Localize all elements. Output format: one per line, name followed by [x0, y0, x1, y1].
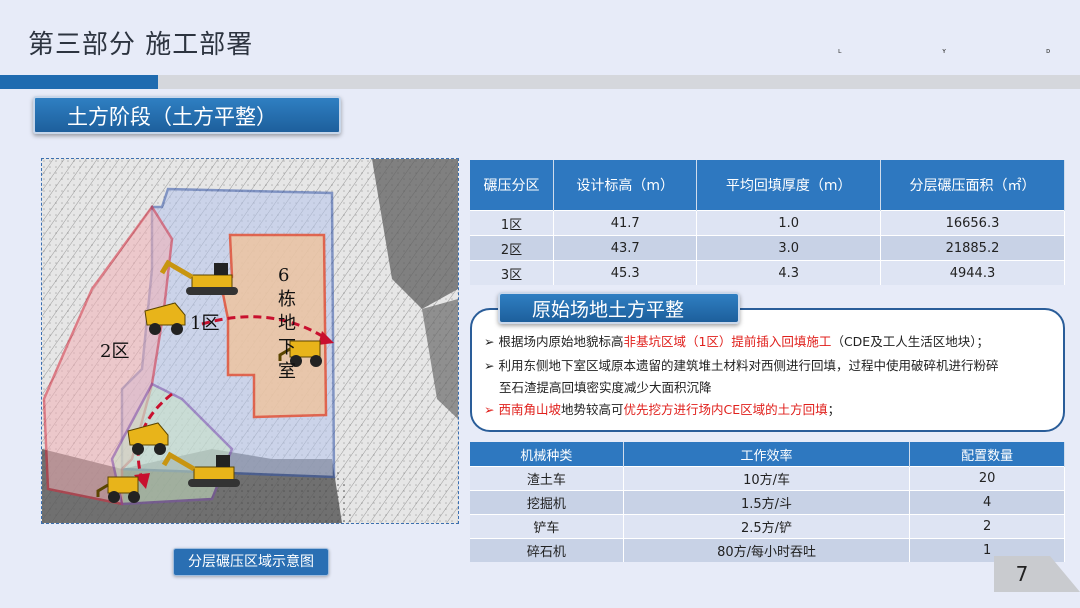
- bullet-item: ➢ 西南角山坡地势较高可优先挖方进行场内CE区域的土方回填；: [484, 400, 840, 420]
- table-cell: 21885.2: [880, 235, 1066, 261]
- building-char: 下: [278, 337, 296, 358]
- table-header-row: 机械种类 工作效率 配置数量: [470, 442, 1065, 467]
- note-text: 利用东侧地下室区域原本遗留的建筑堆土材料对西侧进行回填，过程中使用破碎机进行粉碎: [498, 358, 999, 373]
- header-mark: ʏ: [942, 47, 947, 55]
- header-rule: [0, 75, 1080, 89]
- table-cell: 渣土车: [470, 466, 624, 491]
- note-highlight: 优先挖方进行场内CE区域的土方回填: [623, 402, 828, 417]
- machinery-table: 机械种类 工作效率 配置数量 渣土车 10方/车 20 挖掘机 1.5方/斗 4…: [470, 442, 1065, 562]
- table-cell: 3区: [470, 260, 554, 285]
- column-header: 分层碾压面积（㎡）: [880, 160, 1066, 211]
- table-row: 2区 43.7 3.0 21885.2: [470, 235, 1066, 261]
- column-header: 机械种类: [470, 442, 624, 467]
- table-row: 挖掘机 1.5方/斗 4: [470, 490, 1065, 515]
- note-text: ；: [827, 402, 841, 417]
- table-row: 1区 41.7 1.0 16656.3: [470, 210, 1066, 236]
- table-cell: 4: [909, 490, 1065, 515]
- table-cell: 1区: [470, 210, 554, 236]
- note-text: （CDE及工人生活区地块）；: [831, 334, 989, 349]
- table-cell: 铲车: [470, 514, 624, 539]
- note-highlight: 西南角山坡: [498, 402, 561, 417]
- table-cell: 43.7: [553, 235, 698, 261]
- table-cell: 20: [909, 466, 1065, 491]
- table-cell: 1.5方/斗: [623, 490, 911, 515]
- table-row: 渣土车 10方/车 20: [470, 466, 1065, 491]
- note-highlight: 非基坑区域（1区）提前插入回填施工: [623, 334, 832, 349]
- table-header-row: 碾压分区 设计标高（m） 平均回填厚度（m） 分层碾压面积（㎡）: [470, 160, 1066, 211]
- bullet-arrow-icon: ➢: [484, 334, 499, 349]
- map-caption: 分层碾压区域示意图: [173, 548, 329, 576]
- table-row: 3区 45.3 4.3 4944.3: [470, 260, 1066, 285]
- table-cell: 3.0: [696, 235, 881, 261]
- table-cell: 挖掘机: [470, 490, 624, 515]
- column-header: 设计标高（m）: [553, 160, 698, 211]
- page-title: 第三部分 施工部署: [28, 30, 254, 60]
- table-cell: 80方/每小时吞吐: [623, 538, 911, 562]
- page-number: 7: [994, 556, 1050, 592]
- building-number: 6: [278, 265, 289, 286]
- table-cell: 41.7: [553, 210, 698, 236]
- table-cell: 45.3: [553, 260, 698, 285]
- table-cell: 16656.3: [880, 210, 1066, 236]
- header-rule-accent: [0, 75, 158, 89]
- table-cell: 碎石机: [470, 538, 624, 562]
- notes-title: 原始场地土方平整: [498, 292, 740, 324]
- section-heading: 土方阶段（土方平整）: [33, 96, 341, 134]
- bullet-continuation: 至石渣提高回填密实度减少大面积沉降: [499, 380, 712, 395]
- note-text: 地势较高可: [560, 402, 624, 417]
- zone2-label: 2区: [100, 341, 129, 362]
- note-text: 根据场内原始地貌标高: [498, 334, 624, 349]
- column-header: 碾压分区: [470, 160, 554, 211]
- bullet-arrow-icon: ➢: [484, 402, 499, 417]
- table-cell: 2.5方/铲: [623, 514, 911, 539]
- bullet-item: ➢ 根据场内原始地貌标高非基坑区域（1区）提前插入回填施工（CDE及工人生活区地…: [484, 332, 989, 352]
- zone1-label: 1区: [190, 313, 219, 334]
- table-cell: 4944.3: [880, 260, 1066, 285]
- table-cell: 10方/车: [623, 466, 911, 491]
- table-cell: 2: [909, 514, 1065, 539]
- column-header: 配置数量: [909, 442, 1065, 467]
- table-row: 碎石机 80方/每小时吞吐 1: [470, 538, 1065, 562]
- site-map: 1区 2区 6 栋 地 下 室: [41, 158, 459, 524]
- building-char: 室: [278, 361, 296, 382]
- header-mark: ʟ: [838, 47, 842, 55]
- page-number-corner: [1050, 556, 1080, 592]
- building-char: 地: [278, 313, 296, 334]
- column-header: 工作效率: [623, 442, 911, 467]
- table-cell: 4.3: [696, 260, 881, 285]
- building-char: 栋: [278, 289, 296, 310]
- compaction-table: 碾压分区 设计标高（m） 平均回填厚度（m） 分层碾压面积（㎡） 1区 41.7…: [470, 160, 1066, 285]
- bullet-item: ➢ 利用东侧地下室区域原本遗留的建筑堆土材料对西侧进行回填，过程中使用破碎机进行…: [484, 356, 998, 376]
- table-cell: 1.0: [696, 210, 881, 236]
- table-row: 铲车 2.5方/铲 2: [470, 514, 1065, 539]
- header-mark: ᴅ: [1046, 47, 1051, 55]
- bullet-arrow-icon: ➢: [484, 358, 499, 373]
- column-header: 平均回填厚度（m）: [696, 160, 881, 211]
- table-cell: 2区: [470, 235, 554, 261]
